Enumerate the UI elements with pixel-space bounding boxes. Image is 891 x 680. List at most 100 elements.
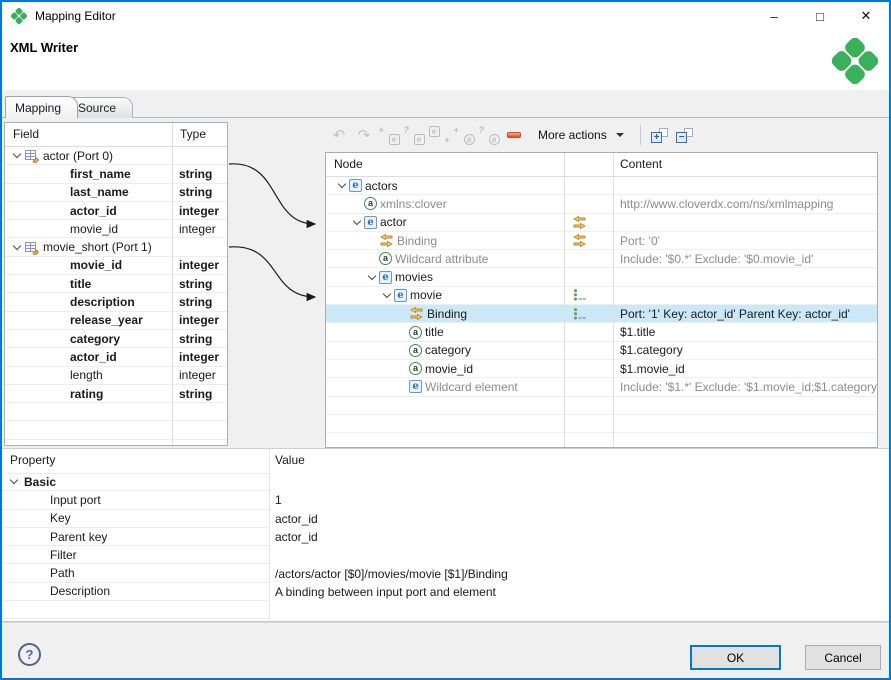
field-row-empty[interactable] xyxy=(5,440,227,445)
property-value-cell[interactable]: actor_id xyxy=(269,512,889,526)
property-value-cell[interactable]: /actors/actor [$0]/movies/movie [$1]/Bin… xyxy=(269,567,889,581)
expander[interactable] xyxy=(9,241,24,250)
field-row[interactable]: length integer xyxy=(5,367,227,385)
field-row[interactable]: actor (Port 0) xyxy=(5,147,227,166)
expander[interactable] xyxy=(379,289,394,299)
tree-node-cell: e movie xyxy=(326,288,564,302)
field-row[interactable]: category string xyxy=(5,330,227,349)
expander[interactable] xyxy=(9,149,24,159)
tree-row[interactable]: e movies xyxy=(326,268,877,287)
field-label: actor_id xyxy=(70,203,117,218)
record-icon xyxy=(25,150,40,164)
add-wildcard-attribute-icon[interactable]: ? a xyxy=(478,124,500,146)
tree-row[interactable]: e actors xyxy=(326,177,877,196)
property-value-cell[interactable]: 1 xyxy=(269,493,889,507)
add-child-element-icon[interactable]: + e xyxy=(378,124,400,146)
tree-row[interactable]: a category $1.category xyxy=(326,341,877,360)
property-value: /actors/actor [$0]/movies/movie [$1]/Bin… xyxy=(275,566,508,581)
field-row-empty[interactable] xyxy=(5,421,227,440)
tree-content-value: Include: '$1.*' Exclude: '$1.movie_id;$1… xyxy=(620,379,877,394)
field-row[interactable]: first_name string xyxy=(5,165,227,184)
tree-row[interactable]: e movie xyxy=(326,286,877,306)
expander[interactable] xyxy=(334,179,349,189)
field-label: movie_short (Port 1) xyxy=(43,240,152,255)
property-row-empty[interactable] xyxy=(2,601,889,620)
dropdown-caret-icon xyxy=(615,133,624,141)
tree-content-value: Port: '0' xyxy=(620,233,660,248)
expand-all-icon[interactable]: + xyxy=(649,124,671,146)
more-actions-button[interactable]: More actions xyxy=(528,126,632,144)
field-row[interactable]: description string xyxy=(5,293,227,312)
tree-row-empty[interactable] xyxy=(326,396,877,415)
minimize-button[interactable]: – xyxy=(751,2,797,30)
chevron-down-icon[interactable] xyxy=(352,216,361,225)
tree-node-label: Wildcard attribute xyxy=(395,251,489,266)
tree-row[interactable]: e actor xyxy=(326,213,877,232)
field-row[interactable]: movie_short (Port 1) xyxy=(5,238,227,257)
maximize-button[interactable]: □ xyxy=(797,2,843,30)
tree-node-label: movies xyxy=(395,270,434,285)
field-type-cell: integer xyxy=(172,204,227,218)
tab-mapping[interactable]: Mapping xyxy=(5,96,79,118)
attribute-icon: a xyxy=(409,343,422,357)
property-value-cell[interactable]: actor_id xyxy=(269,530,889,544)
add-wildcard-element-icon[interactable]: ? e xyxy=(403,124,425,146)
chevron-down-icon[interactable] xyxy=(12,241,21,250)
help-button[interactable]: ? xyxy=(18,643,41,666)
chevron-down-icon[interactable] xyxy=(337,179,346,189)
close-button[interactable]: ✕ xyxy=(843,2,889,30)
tree-row[interactable]: e Wildcard element Include: '$1.*' Exclude… xyxy=(326,378,877,397)
property-value-cell[interactable]: A binding between input port and element xyxy=(269,585,889,599)
property-row[interactable]: Input port 1 xyxy=(2,491,889,510)
content-column-header: Content xyxy=(620,157,663,171)
tab-strip: Mapping Source xyxy=(2,90,889,118)
tree-row-empty[interactable] xyxy=(326,433,877,447)
tree-row-selected[interactable]: Binding Port: '1' Key: actor_id' Parent K… xyxy=(326,305,877,324)
field-row[interactable]: release_year integer xyxy=(5,312,227,330)
collapse-all-icon[interactable]: − xyxy=(674,124,696,146)
chevron-down-icon[interactable] xyxy=(12,149,21,159)
expander[interactable] xyxy=(6,475,21,485)
property-row[interactable]: Key actor_id xyxy=(2,510,889,528)
field-row[interactable]: last_name string xyxy=(5,184,227,202)
field-type-cell: string xyxy=(172,277,227,291)
field-type: integer xyxy=(179,349,220,364)
expander[interactable] xyxy=(349,216,364,225)
tree-row[interactable]: Binding Port: '0' xyxy=(326,231,877,251)
expander[interactable] xyxy=(364,271,379,280)
input-fields-table: Field Type actor (Port 0) first_name strin… xyxy=(4,122,228,446)
tree-indicator-cell xyxy=(564,233,613,248)
undo-icon[interactable]: ↶ xyxy=(328,124,350,146)
chevron-down-icon[interactable] xyxy=(367,271,376,280)
chevron-down-icon[interactable] xyxy=(9,475,18,485)
field-row[interactable]: movie_id integer xyxy=(5,220,227,239)
add-element-icon[interactable]: e + xyxy=(428,124,450,146)
redo-icon[interactable]: ↷ xyxy=(353,124,375,146)
property-row[interactable]: Path/actors/actor [$0]/movies/movie [$1]… xyxy=(2,564,889,583)
field-table-header: Field Type xyxy=(5,123,227,147)
field-row[interactable]: rating string xyxy=(5,385,227,404)
field-row[interactable]: actor_id integer xyxy=(5,202,227,221)
tree-row-empty[interactable] xyxy=(326,414,877,434)
tree-content-cell: $1.category xyxy=(613,343,877,357)
tree-row[interactable]: a movie_id $1.movie_id xyxy=(326,359,877,379)
binding-icon xyxy=(380,233,393,248)
property-row[interactable]: Filter xyxy=(2,546,889,565)
property-row[interactable]: Description A binding between input port … xyxy=(2,583,889,602)
field-row[interactable]: actor_id integer xyxy=(5,348,227,367)
property-row[interactable]: Basic xyxy=(2,473,889,492)
tree-row[interactable]: a xmlns:clover http://www.cloverdx.com/ns/… xyxy=(326,195,877,214)
remove-icon[interactable] xyxy=(503,124,525,146)
property-label: Parent key xyxy=(50,529,108,544)
field-row-empty[interactable] xyxy=(5,403,227,422)
add-attribute-icon[interactable]: + a xyxy=(453,124,475,146)
chevron-down-icon[interactable] xyxy=(382,289,391,299)
cancel-button[interactable]: Cancel xyxy=(805,645,881,670)
field-row[interactable]: movie_id integer xyxy=(5,257,227,276)
property-row[interactable]: Parent key actor_id xyxy=(2,528,889,547)
ok-button[interactable]: OK xyxy=(690,645,781,670)
field-row[interactable]: title string xyxy=(5,275,227,294)
field-label: category xyxy=(70,331,121,346)
tree-row[interactable]: a Wildcard attribute Include: '$0.*' Exclu… xyxy=(326,250,877,269)
tree-row[interactable]: a title $1.title xyxy=(326,323,877,342)
